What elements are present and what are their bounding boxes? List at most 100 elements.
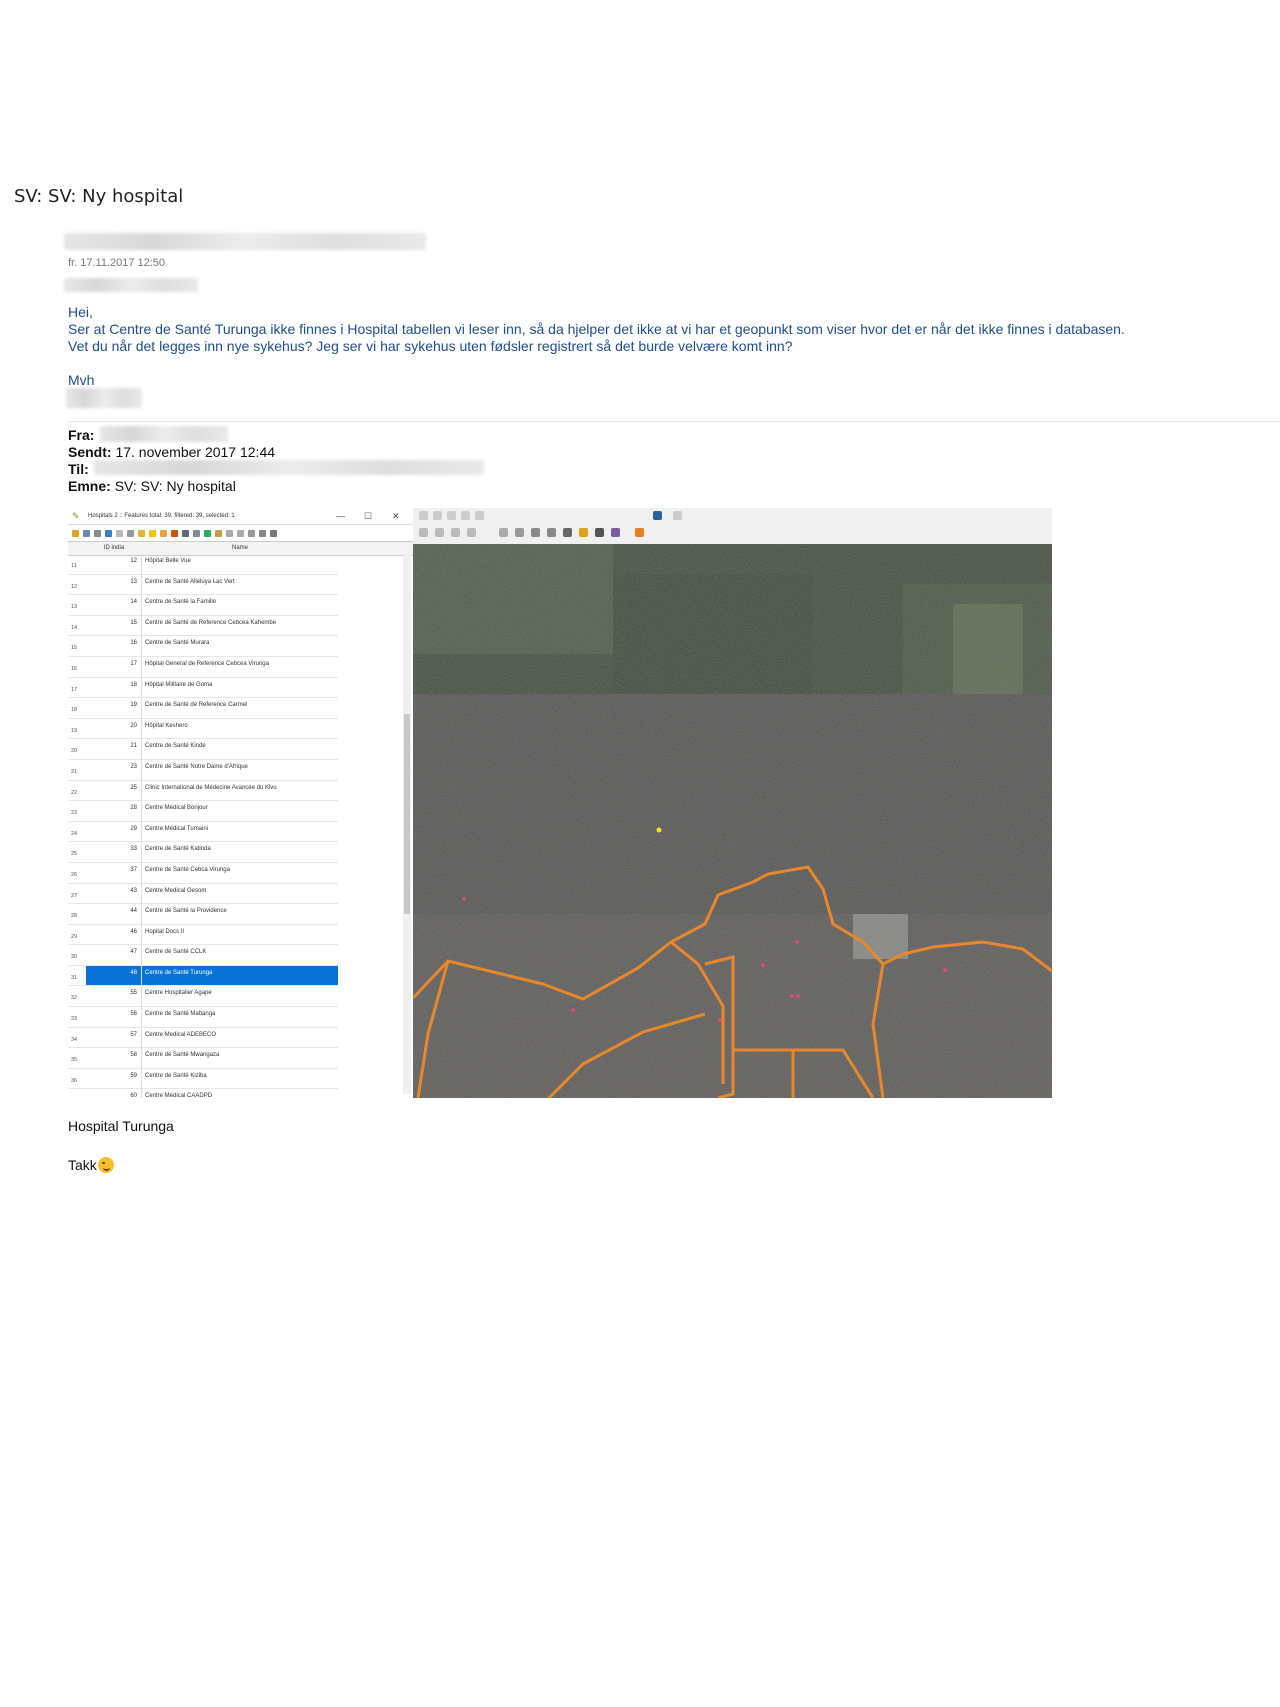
table-row[interactable]: 14 15 Centre de Santé de Reference Cebcea … — [68, 615, 338, 637]
table-row[interactable]: 13 14 Centre de Santé la Famille — [68, 595, 338, 616]
name-cell[interactable]: Centre de Santé Mabanga — [142, 1007, 338, 1027]
name-cell[interactable]: Centre Hospitalier Agape — [142, 986, 338, 1006]
hospital-point[interactable] — [796, 994, 800, 998]
id-cell[interactable]: 21 — [86, 739, 142, 759]
table-row[interactable]: 18 19 Centre de Santé de Reference Carmel — [68, 698, 338, 719]
table-row[interactable]: 16 17 Hôpital General de Reference Cebcea … — [68, 656, 338, 678]
name-cell[interactable]: Hôpital General de Reference Cebcea Viru… — [142, 657, 338, 677]
hospital-point[interactable] — [462, 897, 466, 901]
digitize-icon[interactable] — [579, 528, 588, 537]
digitize-icon[interactable] — [451, 528, 460, 537]
name-cell[interactable]: Hopital Docs II — [142, 925, 338, 945]
id-cell[interactable]: 23 — [86, 759, 142, 780]
tool-icon[interactable] — [447, 511, 456, 520]
copy-icon[interactable] — [226, 529, 233, 537]
table-row[interactable]: 28 44 Centre de Santé la Providence — [68, 904, 338, 925]
name-cell[interactable]: Centre de Santé Murara — [142, 636, 338, 656]
id-cell[interactable]: 13 — [86, 574, 142, 595]
id-cell[interactable]: 20 — [86, 718, 142, 739]
tool-icon[interactable] — [475, 511, 484, 520]
table-row[interactable]: 37 60Centre Médical CAADPD — [68, 1089, 338, 1098]
name-cell[interactable]: Centre Medical Gesom — [142, 884, 338, 904]
table-row[interactable]: 36 59 Centre de Santé Kiziba — [68, 1068, 338, 1090]
digitize-icon[interactable] — [563, 528, 572, 537]
name-cell[interactable]: Centre de Santé de Reference Carmel — [142, 698, 338, 718]
id-cell[interactable]: 33 — [86, 842, 142, 862]
id-cell[interactable]: 29 — [86, 821, 142, 842]
hospital-point[interactable] — [571, 1008, 575, 1012]
invert-icon[interactable] — [160, 529, 167, 537]
close-icon[interactable]: ✕ — [392, 508, 400, 524]
move-top-icon[interactable] — [193, 529, 200, 537]
name-cell[interactable]: Hôpital Belle Vue — [142, 554, 338, 574]
delete-icon[interactable] — [127, 529, 134, 537]
name-cell[interactable]: Hôpital Militaire de Goma — [142, 678, 338, 698]
name-cell[interactable]: Centre de Santé Cebca Virunga — [142, 863, 338, 883]
id-cell[interactable]: 56 — [86, 1007, 142, 1027]
maximize-icon[interactable]: ☐ — [364, 508, 372, 524]
id-cell[interactable]: 47 — [86, 945, 142, 965]
scrollbar-thumb[interactable] — [404, 714, 410, 914]
name-cell[interactable]: Hôpital Keshero — [142, 719, 338, 739]
conditional-icon[interactable] — [259, 529, 266, 537]
id-cell[interactable]: 57 — [86, 1027, 142, 1048]
pan-icon[interactable] — [204, 529, 211, 537]
filter-icon[interactable] — [182, 529, 189, 537]
id-cell[interactable]: 16 — [86, 636, 142, 656]
name-cell[interactable]: Centre de Santé de Reference Cebcea Kahe… — [142, 616, 338, 636]
selected-point[interactable] — [656, 827, 662, 833]
table-row[interactable]: 34 57 Centre Medical ADEBECO — [68, 1027, 338, 1049]
plugin-icon[interactable] — [635, 528, 644, 537]
hospital-point[interactable] — [761, 963, 765, 967]
table-row[interactable]: 17 18 Hôpital Militaire de Goma — [68, 677, 338, 699]
name-cell[interactable]: Centre Médical CAADPD — [142, 1089, 338, 1098]
table-row[interactable]: 35 58 Centre de Santé Mwangaza — [68, 1048, 338, 1069]
id-cell[interactable]: 15 — [86, 615, 142, 636]
id-cell[interactable]: 17 — [86, 656, 142, 677]
digitize-icon[interactable] — [547, 528, 556, 537]
table-row[interactable]: 23 28 Centre Médical Bonjour — [68, 801, 338, 822]
digitize-icon[interactable] — [515, 528, 524, 537]
table-row[interactable]: 21 23 Centre de Santé Notre Dame d'Afrique — [68, 759, 338, 781]
name-cell[interactable]: Centre de Santé Alleluya Lac Vert — [142, 575, 338, 595]
id-cell[interactable]: 43 — [86, 883, 142, 904]
id-cell[interactable]: 48 — [86, 965, 142, 986]
name-cell[interactable]: Centre de Santé Mwangaza — [142, 1048, 338, 1068]
edit-icon[interactable] — [72, 529, 79, 537]
digitize-icon[interactable] — [611, 528, 620, 537]
paste-icon[interactable] — [237, 529, 244, 537]
id-cell[interactable]: 25 — [86, 780, 142, 801]
name-cell[interactable]: Centre de Santé la Providence — [142, 904, 338, 924]
id-cell[interactable]: 58 — [86, 1048, 142, 1068]
table-row[interactable]: 29 46 Hopital Docs II — [68, 924, 338, 946]
hospital-point[interactable] — [718, 1018, 722, 1022]
name-cell[interactable]: Centre Médical Tumaini — [142, 822, 338, 842]
table-row[interactable]: 24 29 Centre Médical Tumaini — [68, 821, 338, 843]
select-icon[interactable] — [138, 529, 145, 537]
table-row[interactable]: 33 56 Centre de Santé Mabanga — [68, 1007, 338, 1028]
table-row[interactable]: 15 16 Centre de Santé Murara — [68, 636, 338, 657]
id-cell[interactable]: 44 — [86, 904, 142, 924]
table-row[interactable]: 25 33 Centre de Santé Katinda — [68, 842, 338, 863]
name-cell[interactable]: Centre Medical ADEBECO — [142, 1028, 338, 1048]
tool-icon[interactable] — [673, 511, 682, 520]
table-row[interactable]: 30 47 Centre de Santé CCLK — [68, 945, 338, 966]
tool-icon[interactable] — [419, 511, 428, 520]
id-cell[interactable]: 37 — [86, 862, 142, 883]
hospital-point[interactable] — [790, 994, 794, 998]
name-cell[interactable]: Clinic International de Médecine Avancée… — [142, 781, 338, 801]
id-cell[interactable]: 60 — [86, 1089, 142, 1098]
digitize-icon[interactable] — [467, 528, 476, 537]
dock-icon[interactable] — [270, 529, 277, 537]
name-cell[interactable]: Centre de Santé Turunga — [142, 965, 338, 986]
map-icon[interactable] — [653, 511, 662, 520]
tool-icon[interactable] — [433, 511, 442, 520]
digitize-icon[interactable] — [595, 528, 604, 537]
add-icon[interactable] — [116, 529, 123, 537]
name-cell[interactable]: Centre de Santé Katinda — [142, 842, 338, 862]
table-scrollbar[interactable] — [403, 554, 411, 1094]
deselect-icon[interactable] — [171, 529, 178, 537]
minimize-icon[interactable]: — — [336, 508, 345, 524]
digitize-icon[interactable] — [531, 528, 540, 537]
table-row[interactable]: 32 55 Centre Hospitalier Agape — [68, 986, 338, 1008]
